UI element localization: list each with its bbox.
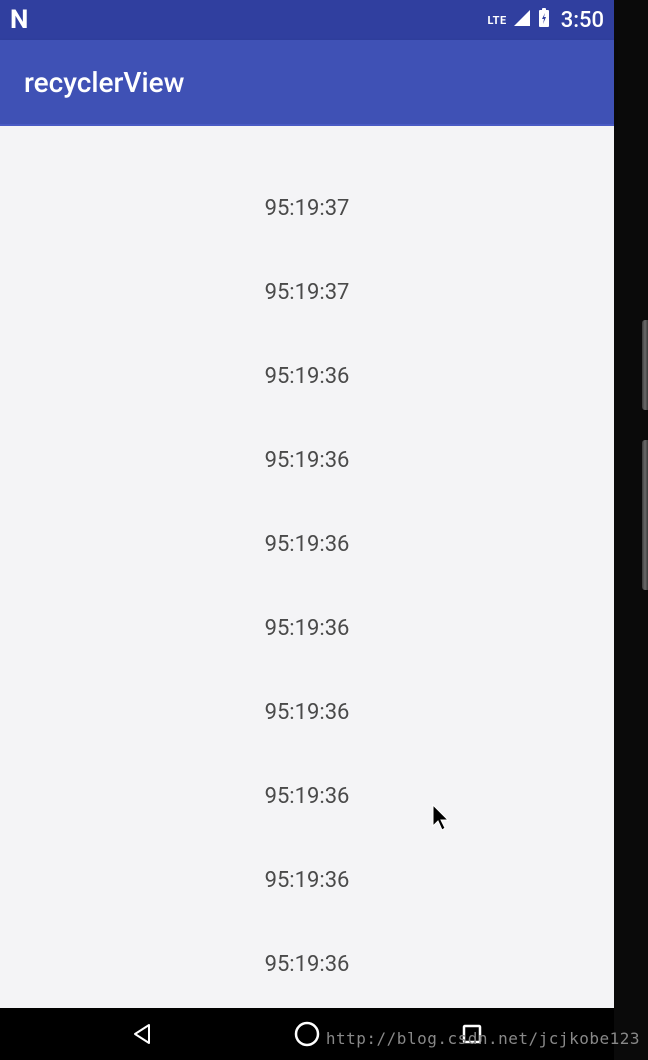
watermark-text: http://blog.csdn.net/jcjkobe123 — [326, 1029, 640, 1048]
list-item-text: 95:19:36 — [265, 700, 350, 725]
list-item-text: 95:19:36 — [265, 532, 350, 557]
list-item-text: 95:19:37 — [265, 196, 350, 221]
list-item-text: 95:19:36 — [265, 868, 350, 893]
power-button[interactable] — [642, 440, 648, 590]
list-item[interactable]: 95:19:36 — [0, 670, 614, 754]
recycler-list[interactable]: 95:19:37 95:19:37 95:19:36 95:19:36 95:1… — [0, 126, 614, 1008]
list-item[interactable]: 95:19:36 — [0, 334, 614, 418]
back-button[interactable] — [122, 1014, 162, 1054]
status-bar-right: LTE 3:50 — [487, 8, 604, 33]
status-bar-left: N — [10, 5, 487, 35]
list-item[interactable]: 95:19:36 — [0, 754, 614, 838]
app-bar: recyclerView — [0, 40, 614, 126]
list-item-text: 95:19:37 — [265, 280, 350, 305]
list-item[interactable]: 95:19:37 — [0, 166, 614, 250]
list-item[interactable]: 95:19:36 — [0, 418, 614, 502]
android-n-icon: N — [10, 5, 28, 35]
list-item-text: 95:19:36 — [265, 364, 350, 389]
status-bar: N LTE 3:50 — [0, 0, 614, 40]
list-item[interactable]: 95:19:36 — [0, 922, 614, 1006]
home-button[interactable] — [287, 1014, 327, 1054]
list-item[interactable]: 95:19:36 — [0, 586, 614, 670]
content-area[interactable]: 95:19:37 95:19:37 95:19:36 95:19:36 95:1… — [0, 126, 614, 1008]
list-item[interactable]: 95:19:36 — [0, 502, 614, 586]
screen: N LTE 3:50 rec — [0, 0, 614, 1008]
battery-charging-icon — [537, 8, 551, 32]
status-clock: 3:50 — [561, 8, 604, 33]
list-item-text: 95:19:36 — [265, 616, 350, 641]
list-item[interactable]: 95:19:36 — [0, 838, 614, 922]
list-item-text: 95:19:36 — [265, 952, 350, 977]
device-frame: N LTE 3:50 rec — [0, 0, 648, 1060]
list-item-text: 95:19:36 — [265, 784, 350, 809]
list-item-text: 95:19:36 — [265, 448, 350, 473]
list-item[interactable]: 95:19:37 — [0, 250, 614, 334]
signal-icon — [513, 9, 531, 31]
volume-button[interactable] — [642, 320, 648, 410]
lte-indicator: LTE — [487, 14, 506, 27]
app-title: recyclerView — [24, 66, 184, 99]
